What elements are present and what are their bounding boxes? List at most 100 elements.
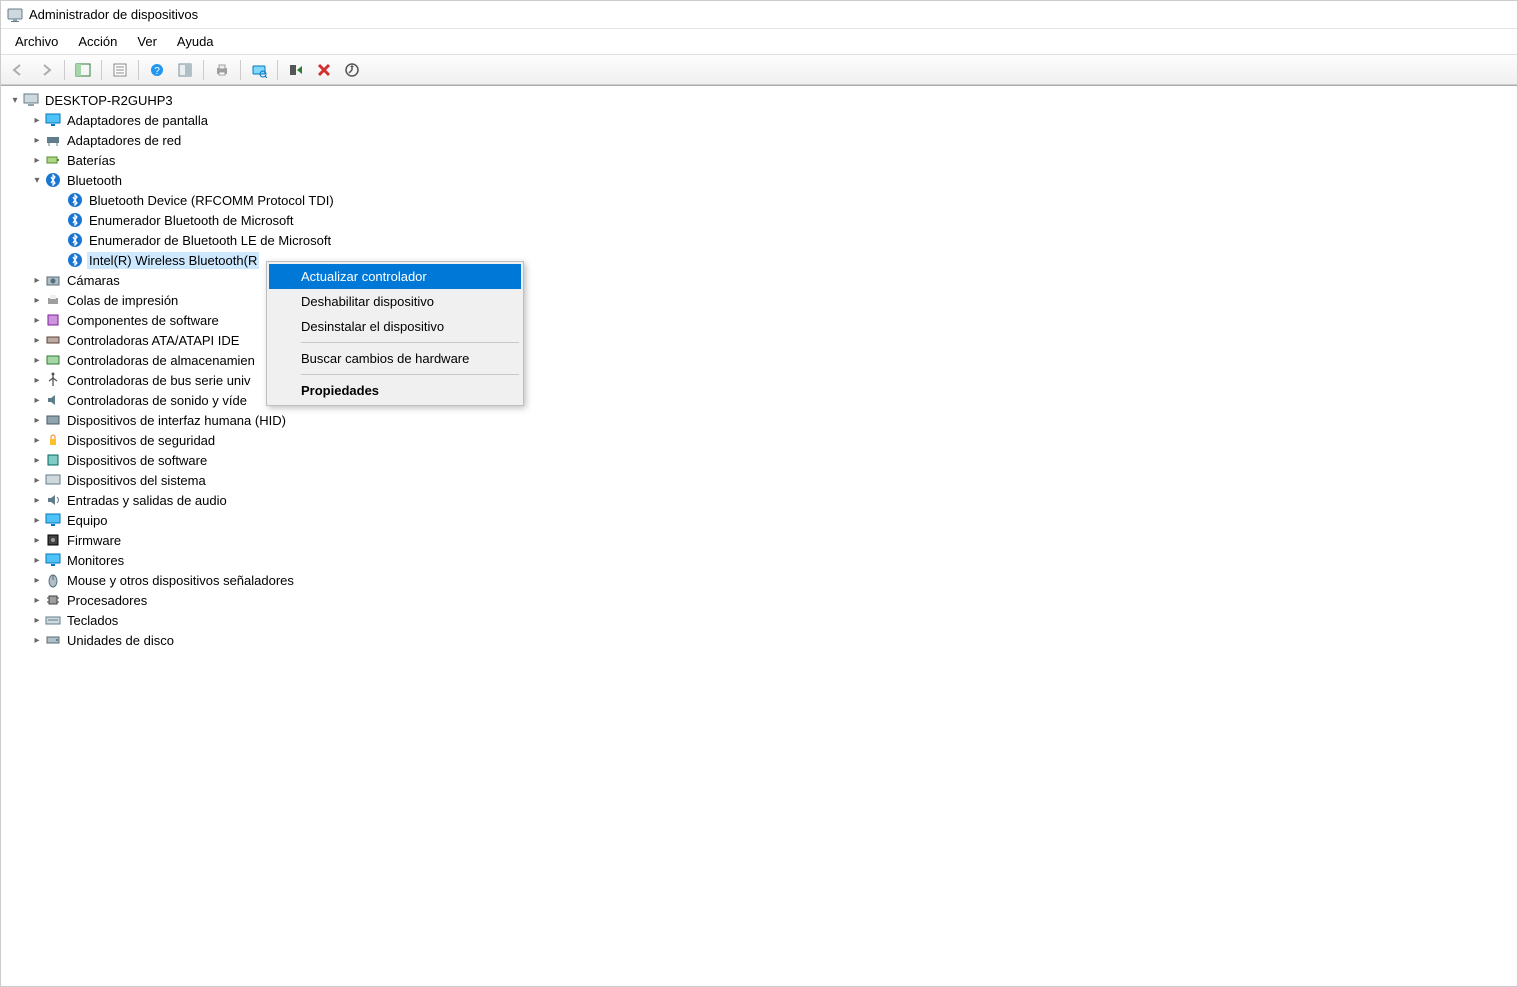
tree-item-label: Dispositivos de software: [65, 452, 209, 469]
bluetooth-icon: [67, 232, 83, 248]
tree-item-processors[interactable]: ▸ Procesadores: [3, 590, 1515, 610]
titlebar: Administrador de dispositivos: [1, 1, 1517, 29]
device-manager-window: Administrador de dispositivos Archivo Ac…: [0, 0, 1518, 987]
tree-item-bluetooth-rfcomm[interactable]: Bluetooth Device (RFCOMM Protocol TDI): [3, 190, 1515, 210]
expander-closed-icon[interactable]: ▸: [29, 492, 45, 508]
ctx-scan-hardware[interactable]: Buscar cambios de hardware: [269, 346, 521, 371]
tree-item-computer[interactable]: ▸ Equipo: [3, 510, 1515, 530]
menu-file[interactable]: Archivo: [5, 29, 68, 54]
expander-closed-icon[interactable]: ▸: [29, 552, 45, 568]
tree-item-software-components[interactable]: ▸ Componentes de software: [3, 310, 1515, 330]
monitor-icon: [45, 552, 61, 568]
tree-item-label: Dispositivos de interfaz humana (HID): [65, 412, 288, 429]
tree-item-usb-controllers[interactable]: ▸ Controladoras de bus serie univ: [3, 370, 1515, 390]
tree-item-sound-controllers[interactable]: ▸ Controladoras de sonido y víde: [3, 390, 1515, 410]
tree-item-network-adapters[interactable]: ▸ Adaptadores de red: [3, 130, 1515, 150]
scan-hardware-button[interactable]: [246, 58, 272, 82]
tree-item-bluetooth-ms-enum[interactable]: Enumerador Bluetooth de Microsoft: [3, 210, 1515, 230]
expander-closed-icon[interactable]: ▸: [29, 432, 45, 448]
expander-closed-icon[interactable]: ▸: [29, 352, 45, 368]
tree-item-monitors[interactable]: ▸ Monitores: [3, 550, 1515, 570]
component-icon: [45, 312, 61, 328]
tree-item-security-devices[interactable]: ▸ Dispositivos de seguridad: [3, 430, 1515, 450]
bluetooth-icon: [45, 172, 61, 188]
toolbar-separator: [240, 60, 241, 80]
tree-item-mouse[interactable]: ▸ Mouse y otros dispositivos señaladores: [3, 570, 1515, 590]
ctx-properties[interactable]: Propiedades: [269, 378, 521, 403]
expander-closed-icon[interactable]: ▸: [29, 632, 45, 648]
expander-closed-icon[interactable]: ▸: [29, 272, 45, 288]
print-button[interactable]: [209, 58, 235, 82]
expander-open-icon[interactable]: ▾: [7, 92, 23, 108]
tree-root[interactable]: ▾ DESKTOP-R2GUHP3: [3, 90, 1515, 110]
tree-item-ide-controllers[interactable]: ▸ Controladoras ATA/ATAPI IDE: [3, 330, 1515, 350]
menu-view[interactable]: Ver: [127, 29, 167, 54]
disable-device-button[interactable]: [311, 58, 337, 82]
expander-closed-icon[interactable]: ▸: [29, 452, 45, 468]
tree-item-audio-io[interactable]: ▸ Entradas y salidas de audio: [3, 490, 1515, 510]
bluetooth-icon: [67, 212, 83, 228]
processor-icon: [45, 592, 61, 608]
sound-icon: [45, 392, 61, 408]
expander-closed-icon[interactable]: ▸: [29, 332, 45, 348]
tree-item-display-adapters[interactable]: ▸ Adaptadores de pantalla: [3, 110, 1515, 130]
printer-icon: [45, 292, 61, 308]
forward-button[interactable]: [33, 58, 59, 82]
tree-item-keyboards[interactable]: ▸ Teclados: [3, 610, 1515, 630]
tree-item-storage-controllers[interactable]: ▸ Controladoras de almacenamien: [3, 350, 1515, 370]
expander-closed-icon[interactable]: ▸: [29, 292, 45, 308]
expander-closed-icon[interactable]: ▸: [29, 112, 45, 128]
tree-item-disk-drives[interactable]: ▸ Unidades de disco: [3, 630, 1515, 650]
expander-closed-icon[interactable]: ▸: [29, 132, 45, 148]
tree-item-system-devices[interactable]: ▸ Dispositivos del sistema: [3, 470, 1515, 490]
toolbar-separator: [277, 60, 278, 80]
expander-closed-icon[interactable]: ▸: [29, 412, 45, 428]
back-button[interactable]: [5, 58, 31, 82]
tree-item-label: Cámaras: [65, 272, 122, 289]
tree-item-label: Monitores: [65, 552, 126, 569]
svg-text:?: ?: [154, 66, 160, 77]
tree-item-software-devices[interactable]: ▸ Dispositivos de software: [3, 450, 1515, 470]
tree-item-label: Controladoras de almacenamien: [65, 352, 257, 369]
enable-device-button[interactable]: [283, 58, 309, 82]
expander-closed-icon[interactable]: ▸: [29, 392, 45, 408]
computer-icon: [23, 92, 39, 108]
tree-item-bluetooth[interactable]: ▾ Bluetooth: [3, 170, 1515, 190]
menu-help[interactable]: Ayuda: [167, 29, 224, 54]
update-driver-button[interactable]: [339, 58, 365, 82]
expander-closed-icon[interactable]: ▸: [29, 532, 45, 548]
properties-button[interactable]: [107, 58, 133, 82]
tree-item-hid[interactable]: ▸ Dispositivos de interfaz humana (HID): [3, 410, 1515, 430]
tree-item-label: Entradas y salidas de audio: [65, 492, 229, 509]
tree-item-bluetooth-ms-le-enum[interactable]: Enumerador de Bluetooth LE de Microsoft: [3, 230, 1515, 250]
device-tree[interactable]: ▾ DESKTOP-R2GUHP3 ▸ Adaptadores de panta…: [1, 85, 1517, 986]
toolbar-separator: [203, 60, 204, 80]
tree-item-firmware[interactable]: ▸ Firmware: [3, 530, 1515, 550]
expander-closed-icon[interactable]: ▸: [29, 152, 45, 168]
context-menu: Actualizar controlador Deshabilitar disp…: [266, 261, 524, 406]
tree-item-bluetooth-intel[interactable]: Intel(R) Wireless Bluetooth(R: [3, 250, 1515, 270]
tree-item-label: Procesadores: [65, 592, 149, 609]
tree-item-label: Equipo: [65, 512, 109, 529]
expander-closed-icon[interactable]: ▸: [29, 572, 45, 588]
expander-closed-icon[interactable]: ▸: [29, 472, 45, 488]
menu-action[interactable]: Acción: [68, 29, 127, 54]
show-hide-tree-button[interactable]: [70, 58, 96, 82]
expander-open-icon[interactable]: ▾: [29, 172, 45, 188]
bluetooth-icon: [67, 252, 83, 268]
action-pane-button[interactable]: [172, 58, 198, 82]
ctx-update-driver[interactable]: Actualizar controlador: [269, 264, 521, 289]
toolbar-separator: [101, 60, 102, 80]
tree-item-batteries[interactable]: ▸ Baterías: [3, 150, 1515, 170]
tree-item-print-queues[interactable]: ▸ Colas de impresión: [3, 290, 1515, 310]
tree-item-label: Bluetooth: [65, 172, 124, 189]
ctx-disable-device[interactable]: Deshabilitar dispositivo: [269, 289, 521, 314]
expander-closed-icon[interactable]: ▸: [29, 372, 45, 388]
expander-closed-icon[interactable]: ▸: [29, 312, 45, 328]
expander-closed-icon[interactable]: ▸: [29, 612, 45, 628]
expander-closed-icon[interactable]: ▸: [29, 512, 45, 528]
ctx-uninstall-device[interactable]: Desinstalar el dispositivo: [269, 314, 521, 339]
tree-item-cameras[interactable]: ▸ Cámaras: [3, 270, 1515, 290]
help-button[interactable]: ?: [144, 58, 170, 82]
expander-closed-icon[interactable]: ▸: [29, 592, 45, 608]
